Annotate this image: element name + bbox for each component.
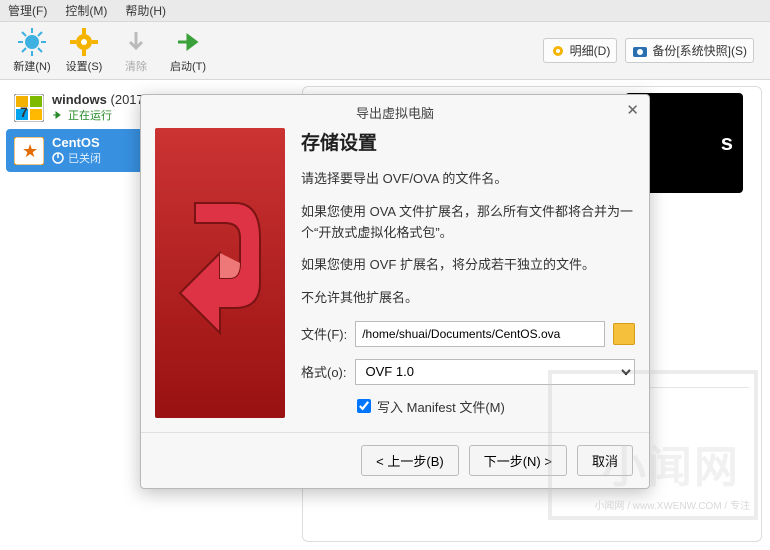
svg-text:★: ★ [22,141,38,161]
gear-small-icon [550,43,566,59]
detail-label: 明细(D) [570,42,611,59]
clear-label: 清除 [125,58,147,74]
backup-button[interactable]: 备份[系统快照](S) [625,38,754,63]
settings-label: 设置(S) [66,58,103,74]
manifest-label: 写入 Manifest 文件(M) [377,397,505,416]
vm-state: 已关闭 [68,150,101,166]
dialog-illustration [155,128,285,418]
vm-name: windows [52,92,107,107]
browse-folder-icon[interactable] [613,323,635,345]
dialog-title-bar[interactable]: 导出虚拟电脑 ✕ [141,95,649,128]
file-label: 文件(F): [301,324,347,343]
format-label: 格式(o): [301,362,347,381]
clear-button: 清除 [110,23,162,79]
menu-control[interactable]: 控制(M) [65,2,107,19]
file-input[interactable] [355,321,605,347]
down-arrow-icon [122,28,150,56]
vm-name: CentOS [52,135,101,150]
gear-icon [70,28,98,56]
dialog-p1: 请选择要导出 OVF/OVA 的文件名。 [301,169,635,190]
vm-suffix: (2017 [111,92,144,107]
backup-label: 备份[系统快照](S) [652,42,747,59]
centos-icon: ★ [14,137,44,165]
camera-icon [632,43,648,59]
new-label: 新建(N) [13,58,50,74]
format-select[interactable]: OVF 1.0 [355,359,635,385]
menu-bar: 管理(F) 控制(M) 帮助(H) [0,0,770,22]
start-arrow-icon [174,28,202,56]
dialog-heading: 存储设置 [301,128,635,155]
start-button[interactable]: 启动(T) [162,23,214,79]
dialog-p2: 如果您使用 OVA 文件扩展名，那么所有文件都将合并为一个“开放式虚拟化格式包”… [301,202,635,244]
settings-button[interactable]: 设置(S) [58,23,110,79]
export-dialog: 导出虚拟电脑 ✕ 存储设置 请选择要导出 OVF/OVA 的文件名。 如果您使用… [140,94,650,489]
dialog-p3: 如果您使用 OVF 扩展名，将分成若干独立的文件。 [301,255,635,276]
menu-help[interactable]: 帮助(H) [125,2,166,19]
windows-icon: 7 [14,94,44,122]
new-button[interactable]: 新建(N) [6,23,58,79]
running-icon [52,109,64,121]
start-label: 启动(T) [170,58,206,74]
next-button[interactable]: 下一步(N) > [469,445,567,476]
close-icon[interactable]: ✕ [626,101,639,119]
svg-text:7: 7 [20,104,28,120]
toolbar: 新建(N) 设置(S) 清除 启动(T) 明细(D) 备份[系统快照](S) [0,22,770,80]
dialog-title: 导出虚拟电脑 [356,106,434,121]
preview-text: s [721,130,733,156]
menu-manage[interactable]: 管理(F) [8,2,47,19]
manifest-checkbox[interactable] [357,399,371,413]
cancel-button[interactable]: 取消 [577,445,633,476]
dialog-p4: 不允许其他扩展名。 [301,288,635,309]
detail-button[interactable]: 明细(D) [543,38,618,63]
poweroff-icon [52,152,64,164]
vm-state: 正在运行 [68,107,112,123]
prev-button[interactable]: < 上一步(B) [361,445,459,476]
sun-new-icon [18,28,46,56]
